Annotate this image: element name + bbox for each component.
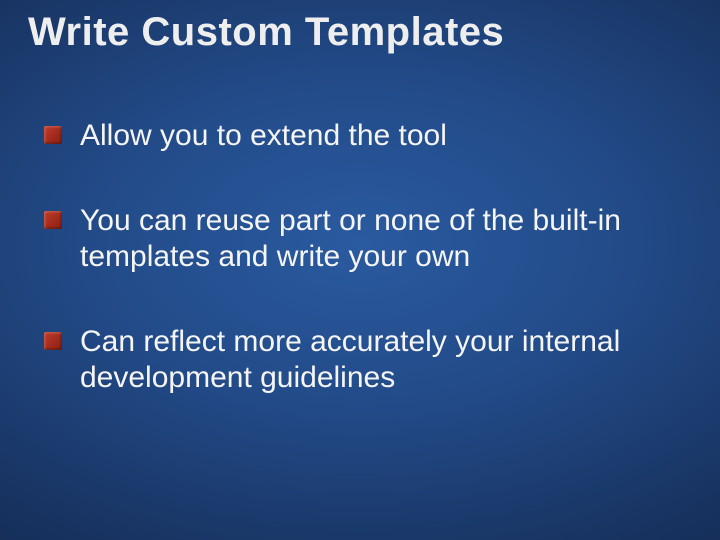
bullet-icon	[44, 332, 62, 350]
bullet-icon	[44, 211, 62, 229]
slide-content: Allow you to extend the tool You can reu…	[44, 118, 680, 445]
slide: Write Custom Templates Allow you to exte…	[0, 0, 720, 540]
bullet-icon	[44, 126, 62, 144]
list-item: Allow you to extend the tool	[44, 118, 680, 153]
bullet-text: Allow you to extend the tool	[80, 118, 447, 153]
slide-title: Write Custom Templates	[28, 10, 504, 55]
bullet-text: Can reflect more accurately your interna…	[80, 324, 680, 395]
list-item: Can reflect more accurately your interna…	[44, 324, 680, 395]
bullet-text: You can reuse part or none of the built-…	[80, 203, 680, 274]
list-item: You can reuse part or none of the built-…	[44, 203, 680, 274]
